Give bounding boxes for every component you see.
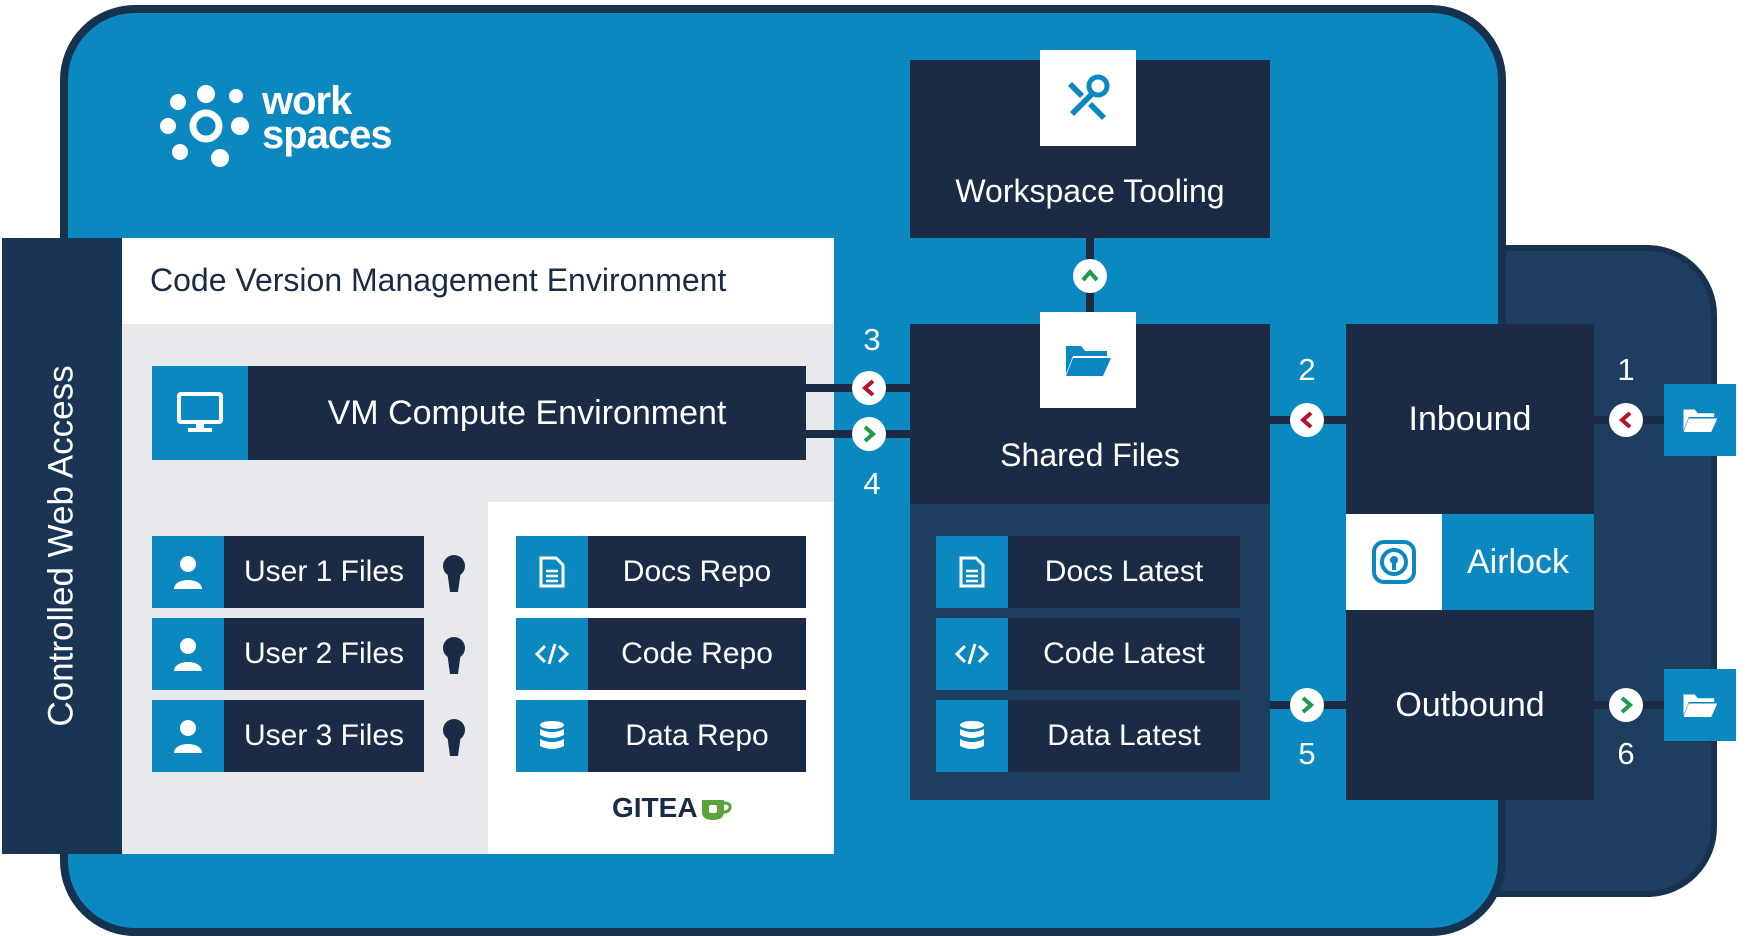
tools-icon (1040, 50, 1136, 146)
step-5-number: 5 (1298, 736, 1316, 771)
keyhole-icon (436, 634, 472, 678)
vm-compute-box[interactable]: VM Compute Environment (248, 366, 806, 460)
step-2-number: 2 (1298, 352, 1316, 387)
document-icon (936, 536, 1008, 608)
airlock-label: Airlock (1442, 514, 1594, 610)
chevron-right-icon (1609, 688, 1643, 722)
document-icon (516, 536, 588, 608)
user-icon (152, 536, 224, 608)
code-latest[interactable]: Code Latest (1008, 618, 1240, 690)
airlock-icon (1346, 514, 1442, 610)
logo-line2: spaces (262, 113, 393, 157)
gitea-logo: GITEA (612, 792, 732, 824)
step-3-number: 3 (863, 322, 881, 357)
outbound-folder-icon[interactable] (1664, 669, 1736, 741)
user-files-2[interactable]: User 2 Files (224, 618, 424, 690)
shared-files-label: Shared Files (1000, 436, 1180, 473)
chevron-right-icon (1290, 688, 1324, 722)
workspace-tooling-label: Workspace Tooling (955, 172, 1225, 209)
tea-cup-icon (701, 800, 732, 820)
code-icon (516, 618, 588, 690)
keyhole-icon (436, 552, 472, 596)
user-files-3[interactable]: User 3 Files (224, 700, 424, 772)
data-latest[interactable]: Data Latest (1008, 700, 1240, 772)
folder-icon (1040, 312, 1136, 408)
code-repo[interactable]: Code Repo (588, 618, 806, 690)
inbound-folder-icon[interactable] (1664, 384, 1736, 456)
monitor-icon (152, 366, 248, 460)
user-icon (152, 618, 224, 690)
step-6-number: 6 (1617, 736, 1635, 771)
outbound-box[interactable]: Outbound (1346, 610, 1594, 800)
user-icon (152, 700, 224, 772)
chevron-left-icon (852, 371, 886, 405)
gitea-label: GITEA (612, 792, 698, 823)
docs-latest[interactable]: Docs Latest (1008, 536, 1240, 608)
chevron-left-icon (1609, 403, 1643, 437)
keyhole-icon (436, 716, 472, 760)
code-icon (936, 618, 1008, 690)
workspaces-logo: work spaces (160, 80, 430, 170)
inbound-box[interactable]: Inbound (1346, 324, 1594, 514)
web-access-label: Controlled Web Access (42, 365, 82, 727)
chevron-right-icon (852, 417, 886, 451)
docs-repo[interactable]: Docs Repo (588, 536, 806, 608)
database-icon (516, 700, 588, 772)
chevron-left-icon (1290, 403, 1324, 437)
step-4-number: 4 (863, 466, 881, 501)
web-access-label-wrap: Controlled Web Access (2, 238, 122, 854)
chevron-up-icon (1073, 259, 1107, 293)
user-files-1[interactable]: User 1 Files (224, 536, 424, 608)
code-env-title: Code Version Management Environment (150, 262, 727, 298)
data-repo[interactable]: Data Repo (588, 700, 806, 772)
database-icon (936, 700, 1008, 772)
step-1-number: 1 (1617, 352, 1635, 387)
